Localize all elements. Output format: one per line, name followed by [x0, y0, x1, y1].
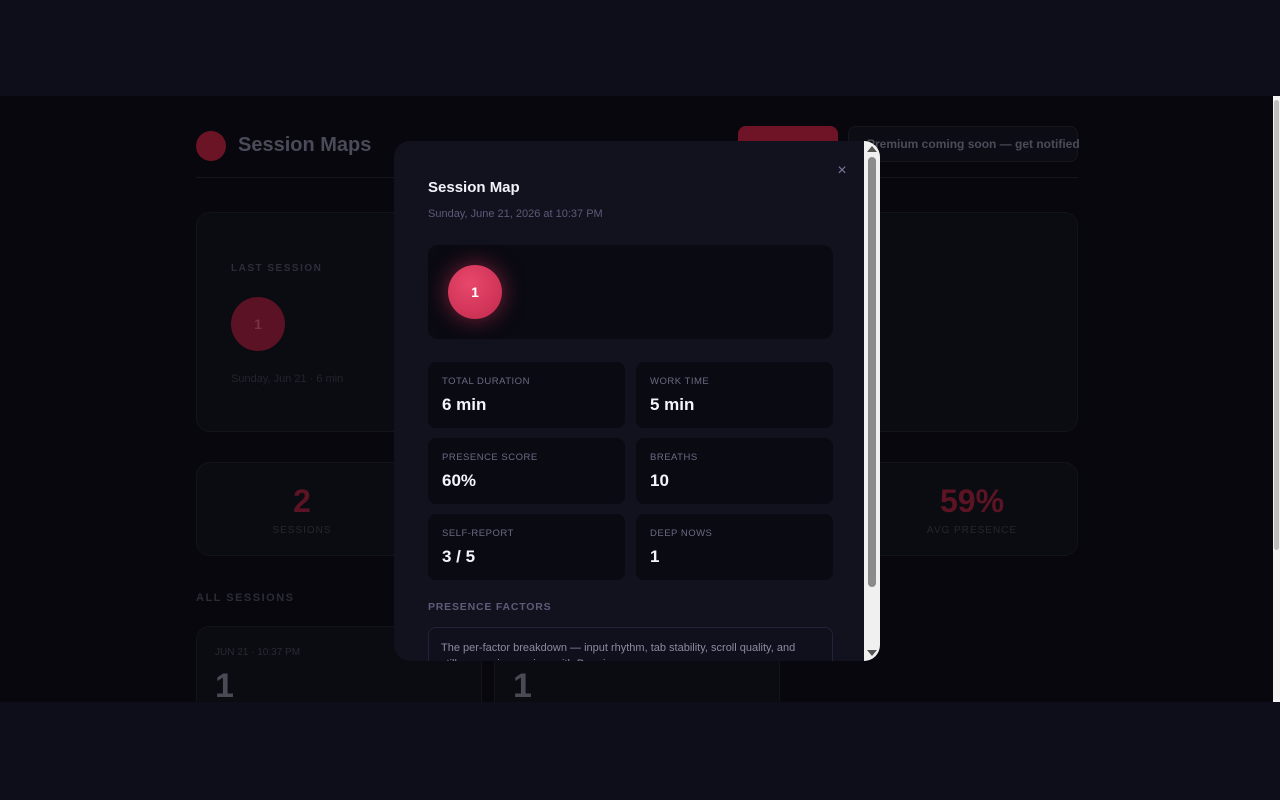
sessions-label: SESSIONS	[272, 525, 332, 536]
sessions-count: 2	[293, 483, 311, 519]
stat-label: SELF-REPORT	[442, 528, 514, 539]
last-session-meta: Sunday, Jun 21 · 6 min	[231, 373, 344, 385]
all-sessions-label: ALL SESSIONS	[196, 592, 295, 604]
stat-label: WORK TIME	[650, 376, 710, 387]
scroll-down-arrow-icon[interactable]	[867, 650, 877, 656]
stat-self-report: SELF-REPORT 3 / 5	[428, 514, 625, 580]
presence-factors-label: PRESENCE FACTORS	[428, 601, 552, 613]
last-session-bubble: 1	[231, 297, 285, 351]
logo-icon	[196, 131, 226, 161]
modal-date: Sunday, June 21, 2026 at 10:37 PM	[428, 208, 603, 220]
page-scrollbar[interactable]	[1273, 96, 1280, 702]
close-icon[interactable]: ×	[834, 163, 850, 179]
app-title: Session Maps	[238, 134, 372, 156]
page-scrollbar-thumb[interactable]	[1274, 100, 1279, 550]
stat-value: 5 min	[650, 395, 695, 414]
session-card-value: 1	[513, 667, 532, 702]
last-session-label: LAST SESSION	[231, 263, 323, 274]
stat-label: PRESENCE SCORE	[442, 452, 538, 463]
stat-label: TOTAL DURATION	[442, 376, 530, 387]
modal-scrollbar-thumb[interactable]	[868, 157, 876, 587]
stat-label: BREATHS	[650, 452, 698, 463]
modal-content: × Session Map Sunday, June 21, 2026 at 1…	[394, 141, 864, 661]
session-card-date: JUN 21 · 10:37 PM	[215, 647, 301, 658]
stat-label: DEEP NOWS	[650, 528, 713, 539]
stat-breaths: BREATHS 10	[636, 438, 833, 504]
stat-deep-nows: DEEP NOWS 1	[636, 514, 833, 580]
stat-presence-score: PRESENCE SCORE 60%	[428, 438, 625, 504]
presence-factors-text: The per-factor breakdown — input rhythm,…	[441, 642, 796, 661]
stat-total-duration: TOTAL DURATION 6 min	[428, 362, 625, 428]
presence-factors-box: The per-factor breakdown — input rhythm,…	[428, 627, 833, 661]
session-map-modal: × Session Map Sunday, June 21, 2026 at 1…	[394, 141, 880, 661]
stat-value: 10	[650, 471, 669, 490]
sessions-stat-card: 2 SESSIONS	[196, 462, 408, 556]
stat-value: 3 / 5	[442, 547, 476, 566]
stat-value: 60%	[442, 471, 477, 490]
avg-presence-label: AVG PRESENCE	[926, 525, 1018, 536]
stat-value: 1	[650, 547, 660, 566]
premium-notify-button[interactable]: Premium coming soon — get notified	[848, 126, 1080, 162]
modal-scrollbar[interactable]	[864, 141, 880, 661]
session-map-panel: 1	[428, 245, 833, 339]
session-card-value: 1	[215, 667, 234, 702]
avg-presence-value: 59%	[939, 483, 1005, 519]
stat-work-time: WORK TIME 5 min	[636, 362, 833, 428]
modal-title: Session Map	[428, 179, 520, 196]
scroll-up-arrow-icon[interactable]	[867, 146, 877, 152]
stat-value: 6 min	[442, 395, 487, 414]
map-node[interactable]: 1	[448, 265, 502, 319]
avg-presence-stat-card: 59% AVG PRESENCE	[866, 462, 1078, 556]
